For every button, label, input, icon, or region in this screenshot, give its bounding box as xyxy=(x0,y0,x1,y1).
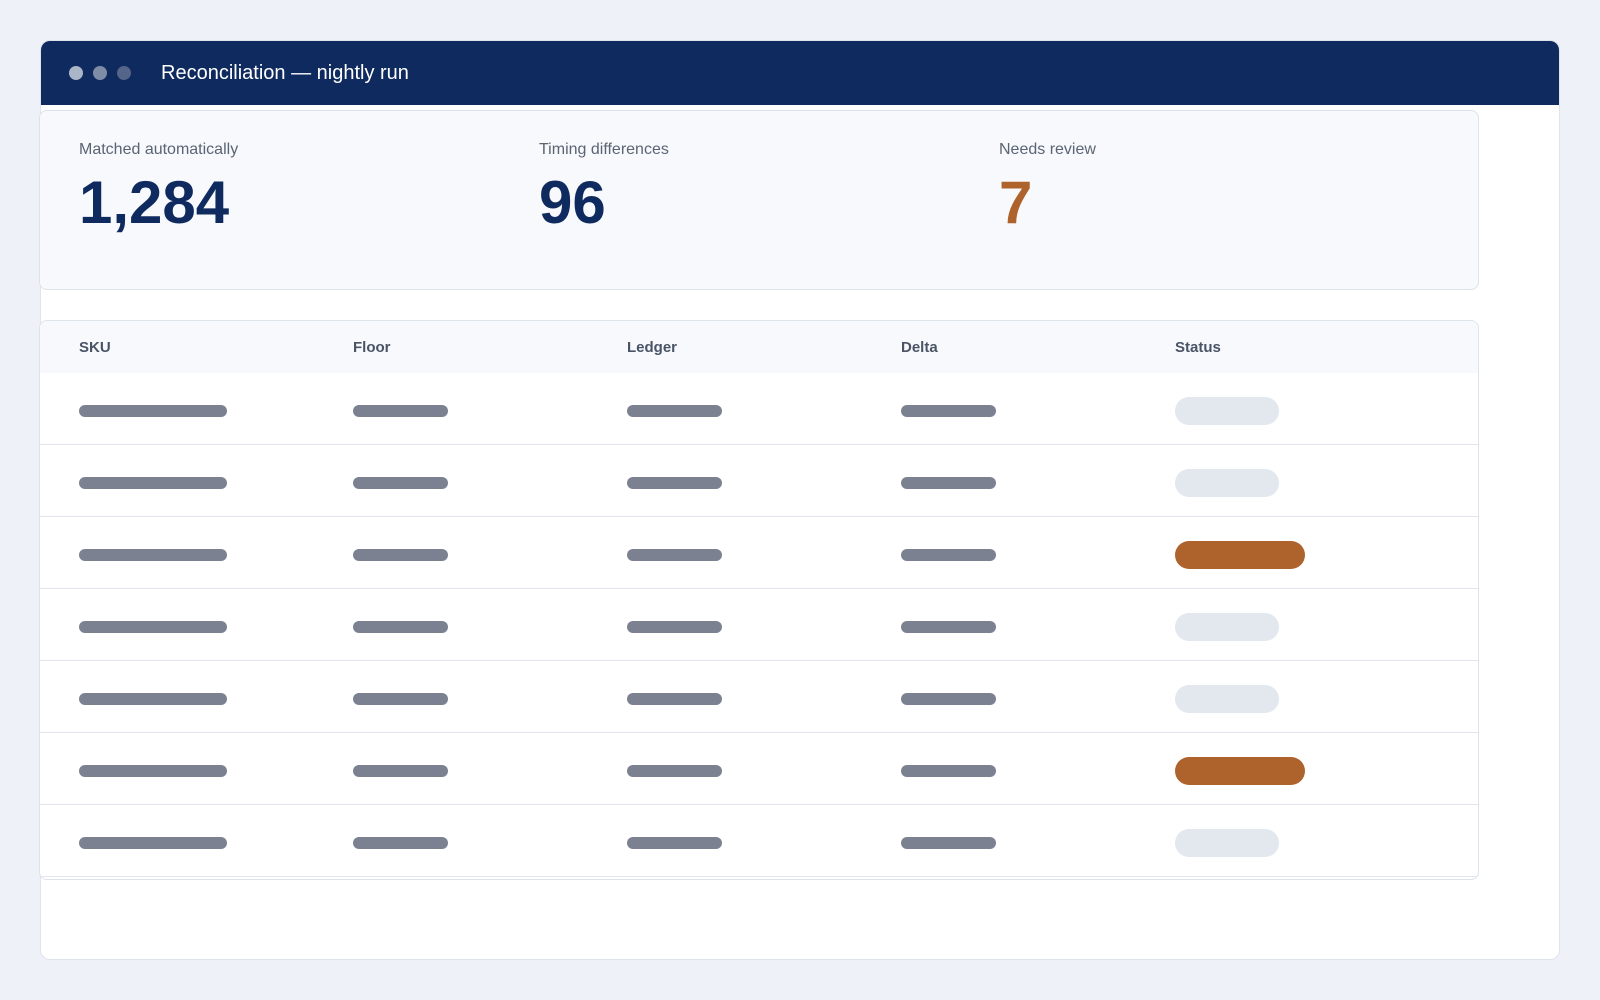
status-badge-neutral xyxy=(1175,829,1279,857)
delta-placeholder xyxy=(901,837,996,849)
stat-label: Matched automatically xyxy=(79,141,239,158)
table-row[interactable] xyxy=(40,517,1478,589)
status-badge-alert xyxy=(1175,541,1305,569)
ledger-placeholder xyxy=(627,765,722,777)
stat-label: Needs review xyxy=(999,141,1096,158)
status-badge-neutral xyxy=(1175,613,1279,641)
table-row[interactable] xyxy=(40,733,1478,805)
stat-timing: Timing differences 96 xyxy=(539,141,669,233)
sku-placeholder xyxy=(79,621,227,633)
status-badge-neutral xyxy=(1175,469,1279,497)
stat-value: 96 xyxy=(539,169,606,236)
table-row[interactable] xyxy=(40,445,1478,517)
ledger-placeholder xyxy=(627,693,722,705)
ledger-placeholder xyxy=(627,621,722,633)
delta-placeholder xyxy=(901,621,996,633)
sku-placeholder xyxy=(79,477,227,489)
table-row[interactable] xyxy=(40,805,1478,877)
sku-placeholder xyxy=(79,405,227,417)
floor-placeholder xyxy=(353,765,448,777)
floor-placeholder xyxy=(353,837,448,849)
delta-placeholder xyxy=(901,765,996,777)
stat-label: Timing differences xyxy=(539,141,669,158)
delta-placeholder xyxy=(901,693,996,705)
floor-placeholder xyxy=(353,621,448,633)
table-row[interactable] xyxy=(40,661,1478,733)
column-header-sku[interactable]: SKU xyxy=(79,339,111,356)
stat-value: 1,284 xyxy=(79,169,230,236)
ledger-placeholder xyxy=(627,837,722,849)
floor-placeholder xyxy=(353,693,448,705)
reconciliation-table: SKU Floor Ledger Delta Status xyxy=(39,320,1479,880)
window-title: Reconciliation — nightly run xyxy=(161,61,409,84)
floor-placeholder xyxy=(353,405,448,417)
sku-placeholder xyxy=(79,765,227,777)
window-minimize-button[interactable] xyxy=(93,66,107,80)
stat-value: 7 xyxy=(999,169,1033,236)
table-row[interactable] xyxy=(40,373,1478,445)
delta-placeholder xyxy=(901,477,996,489)
status-badge-neutral xyxy=(1175,397,1279,425)
delta-placeholder xyxy=(901,405,996,417)
column-header-status[interactable]: Status xyxy=(1175,339,1221,356)
column-header-delta[interactable]: Delta xyxy=(901,339,938,356)
table-body xyxy=(40,373,1478,877)
ledger-placeholder xyxy=(627,549,722,561)
sku-placeholder xyxy=(79,549,227,561)
table-row[interactable] xyxy=(40,589,1478,661)
stat-matched: Matched automatically 1,284 xyxy=(79,141,238,233)
column-header-ledger[interactable]: Ledger xyxy=(627,339,677,356)
window-maximize-button[interactable] xyxy=(117,66,131,80)
status-badge-neutral xyxy=(1175,685,1279,713)
title-bar: Reconciliation — nightly run xyxy=(41,41,1559,105)
ledger-placeholder xyxy=(627,405,722,417)
stat-needs-review: Needs review 7 xyxy=(999,141,1096,233)
sku-placeholder xyxy=(79,837,227,849)
delta-placeholder xyxy=(901,549,996,561)
status-badge-alert xyxy=(1175,757,1305,785)
table-header: SKU Floor Ledger Delta Status xyxy=(40,321,1478,373)
window-close-button[interactable] xyxy=(69,66,83,80)
ledger-placeholder xyxy=(627,477,722,489)
sku-placeholder xyxy=(79,693,227,705)
column-header-floor[interactable]: Floor xyxy=(353,339,391,356)
floor-placeholder xyxy=(353,477,448,489)
summary-stats-panel: Matched automatically 1,284 Timing diffe… xyxy=(39,110,1479,290)
floor-placeholder xyxy=(353,549,448,561)
